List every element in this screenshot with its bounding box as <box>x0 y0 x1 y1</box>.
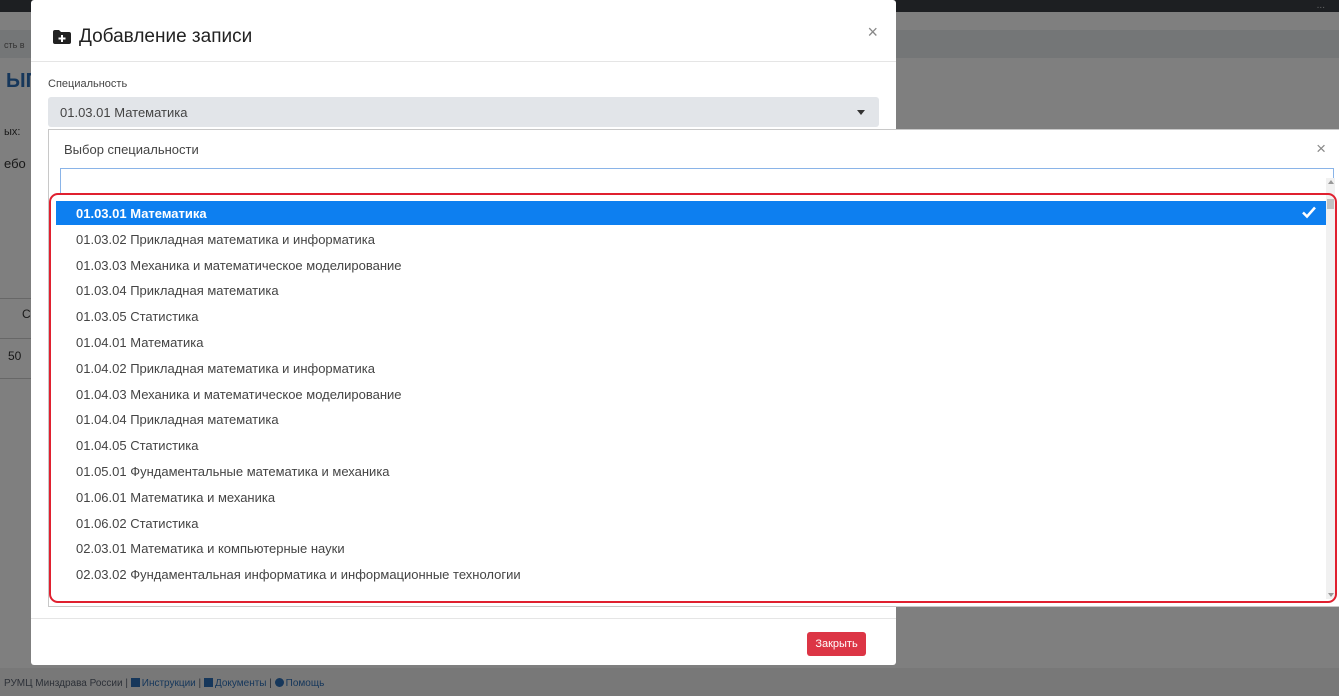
scroll-up-icon[interactable] <box>1328 180 1334 184</box>
modal-footer-divider <box>31 618 896 619</box>
specialty-option-label: 01.05.01 Фундаментальные математика и ме… <box>76 464 390 479</box>
scroll-down-icon[interactable] <box>1328 593 1334 597</box>
specialty-search-input[interactable] <box>60 168 1334 194</box>
specialty-select-value: 01.03.01 Математика <box>60 105 188 120</box>
specialty-option-label: 01.06.02 Статистика <box>76 515 199 531</box>
caret-down-icon <box>857 110 865 115</box>
specialty-option[interactable]: 02.03.02 Фундаментальная информатика и и… <box>56 562 1330 586</box>
specialty-option-label: 01.03.01 Математика <box>76 206 207 221</box>
specialty-label: Специальность <box>48 78 128 90</box>
dropdown-title: Выбор специальности <box>64 142 199 157</box>
specialty-option[interactable]: 01.06.02 Статистика <box>56 511 1330 535</box>
specialty-option[interactable]: 01.03.02 Прикладная математика и информа… <box>56 227 1330 251</box>
specialty-option[interactable]: 01.04.04 Прикладная математика <box>56 407 1330 431</box>
modal-title-text: Добавление записи <box>79 26 253 47</box>
folder-plus-icon <box>53 30 71 44</box>
specialty-option[interactable]: 01.04.05 Статистика <box>56 433 1330 457</box>
specialty-option-label: 01.04.02 Прикладная математика и информа… <box>76 360 375 376</box>
scrollbar[interactable] <box>1326 178 1335 599</box>
specialty-option[interactable]: 02.03.01 Математика и компьютерные науки <box>56 536 1330 560</box>
specialty-option[interactable]: 01.04.02 Прикладная математика и информа… <box>56 356 1330 380</box>
specialty-option-label: 01.04.04 Прикладная математика <box>76 412 279 428</box>
specialty-option[interactable]: 01.04.03 Механика и математическое модел… <box>56 382 1330 406</box>
specialty-option-label: 01.03.02 Прикладная математика и информа… <box>76 231 375 247</box>
dropdown-header: Выбор специальности × <box>49 130 1339 168</box>
specialty-option-label: 01.03.04 Прикладная математика <box>76 283 279 299</box>
modal-title: Добавление записи <box>53 26 252 48</box>
specialty-dropdown: Выбор специальности × 01.03.01 Математик… <box>48 129 1339 607</box>
specialty-option-label: 02.03.02 Фундаментальная информатика и и… <box>76 567 521 583</box>
specialty-option-label: 01.04.05 Статистика <box>76 438 199 454</box>
specialty-option[interactable]: 01.04.01 Математика <box>56 330 1330 354</box>
specialty-option-label: 01.03.03 Механика и математическое модел… <box>76 257 402 273</box>
specialty-option[interactable]: 01.06.01 Математика и механика <box>56 485 1330 509</box>
specialty-option-label: 01.04.01 Математика <box>76 335 204 350</box>
specialty-option-label: 02.03.01 Математика и компьютерные науки <box>76 541 345 557</box>
close-button[interactable]: Закрыть <box>807 632 866 656</box>
scrollbar-thumb[interactable] <box>1327 199 1334 209</box>
specialty-option-label: 01.04.03 Механика и математическое модел… <box>76 386 402 402</box>
close-icon[interactable]: × <box>1316 139 1326 159</box>
checkmark-icon <box>1302 206 1316 219</box>
specialty-list: 01.03.01 Математика 01.03.02 Прикладная м… <box>56 201 1330 597</box>
close-icon[interactable]: × <box>867 22 878 43</box>
specialty-option[interactable]: 01.03.01 Математика <box>56 201 1330 225</box>
specialty-select[interactable]: 01.03.01 Математика <box>48 97 879 127</box>
specialty-option[interactable]: 01.03.03 Механика и математическое модел… <box>56 253 1330 277</box>
modal-header: Добавление записи × <box>31 0 896 62</box>
specialty-option-label: 01.06.01 Математика и механика <box>76 489 276 505</box>
specialty-option[interactable]: 01.03.04 Прикладная математика <box>56 278 1330 302</box>
specialty-option[interactable]: 01.05.01 Фундаментальные математика и ме… <box>56 459 1330 483</box>
specialty-option[interactable]: 01.03.05 Статистика <box>56 304 1330 328</box>
specialty-option-label: 01.03.05 Статистика <box>76 309 199 325</box>
